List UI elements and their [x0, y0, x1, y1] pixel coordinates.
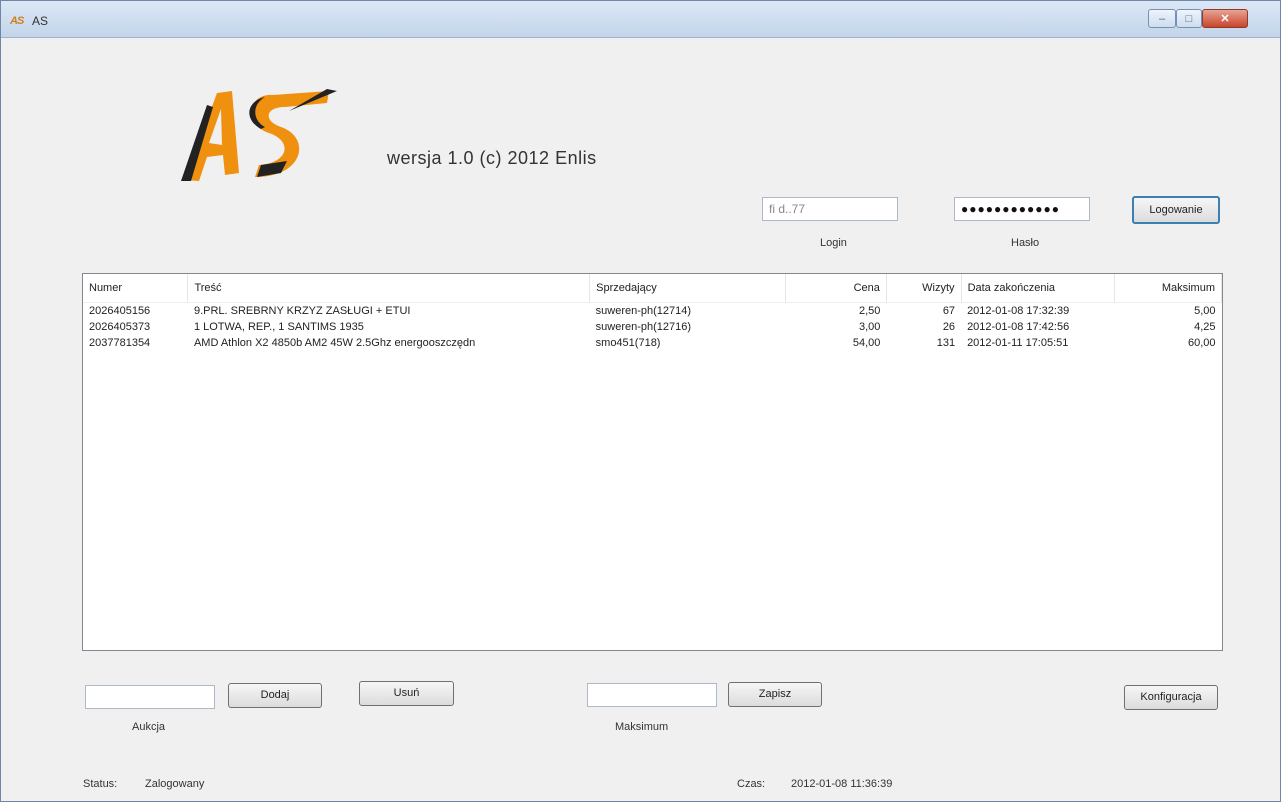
cell-maximum: 60,00 — [1187, 337, 1216, 349]
cell-content: AMD Athlon X2 4850b AM2 45W 2.5Ghz energ… — [193, 337, 476, 349]
cell-seller: suweren-ph(12716) — [595, 321, 692, 333]
cell-number: 2026405373 — [89, 321, 151, 333]
time-value: 2012-01-08 11:36:39 — [791, 778, 893, 790]
cell-visits: 131 — [936, 337, 956, 349]
table-row[interactable]: 2026405156 9.PRL. SREBRNY KRZYZ ZASŁUGI … — [83, 303, 1222, 320]
cell-price: 54,00 — [852, 337, 881, 349]
table-header: Numer Treść Sprzedający Cena Wizyty Data… — [83, 274, 1223, 303]
maximum-label: Maksimum — [615, 721, 669, 733]
cell-content: 9.PRL. SREBRNY KRZYZ ZASŁUGI + ETUI — [193, 305, 411, 317]
cell-visits: 67 — [942, 305, 956, 317]
column-header-content[interactable]: Treść — [187, 274, 591, 303]
window-title: AS — [32, 14, 49, 28]
save-button[interactable]: Zapisz — [728, 682, 822, 707]
app-icon: AS — [10, 15, 24, 27]
column-header-seller[interactable]: Sprzedający — [589, 274, 786, 303]
auctions-table[interactable]: Numer Treść Sprzedający Cena Wizyty Data… — [82, 273, 1223, 651]
cell-number: 2037781354 — [89, 337, 151, 349]
column-header-end-date[interactable]: Data zakończenia — [961, 274, 1115, 303]
login-button[interactable]: Logowanie — [1132, 196, 1220, 224]
cell-price: 3,00 — [858, 321, 881, 333]
status-label: Status: — [83, 778, 118, 790]
cell-content: 1 LOTWA, REP., 1 SANTIMS 1935 — [193, 321, 364, 333]
cell-end-date: 2012-01-11 17:05:51 — [967, 337, 1069, 349]
table-row[interactable]: 2026405373 1 LOTWA, REP., 1 SANTIMS 1935… — [83, 319, 1222, 335]
client-area: wersja 1.0 (c) 2012 Enlis Login Hasło Lo… — [9, 38, 1272, 797]
login-input[interactable] — [762, 197, 898, 221]
cell-visits: 26 — [942, 321, 956, 333]
column-header-visits[interactable]: Wizyty — [886, 274, 962, 303]
column-header-maximum[interactable]: Maksimum — [1114, 274, 1223, 303]
time-label: Czas: — [737, 778, 766, 790]
cell-seller: smo451(718) — [595, 337, 661, 349]
cell-price: 2,50 — [858, 305, 881, 317]
login-label: Login — [820, 237, 847, 249]
app-logo — [177, 85, 343, 185]
maximum-input[interactable] — [587, 683, 717, 707]
title-bar[interactable]: AS AS – □ ✕ — [1, 1, 1280, 38]
auction-input[interactable] — [85, 685, 215, 709]
delete-button[interactable]: Usuń — [359, 681, 454, 706]
add-button[interactable]: Dodaj — [228, 683, 322, 708]
cell-seller: suweren-ph(12714) — [595, 305, 692, 317]
config-button[interactable]: Konfiguracja — [1124, 685, 1218, 710]
version-info: wersja 1.0 (c) 2012 Enlis — [387, 148, 597, 168]
maximize-icon[interactable]: □ — [1176, 9, 1202, 28]
column-header-price[interactable]: Cena — [785, 274, 887, 303]
password-label: Hasło — [1011, 237, 1040, 249]
column-header-number[interactable]: Numer — [83, 274, 189, 303]
password-input[interactable] — [954, 197, 1090, 221]
cell-end-date: 2012-01-08 17:32:39 — [967, 305, 1070, 317]
status-value: Zalogowany — [145, 778, 205, 790]
cell-number: 2026405156 — [89, 305, 151, 317]
cell-end-date: 2012-01-08 17:42:56 — [967, 321, 1070, 333]
app-window: AS AS – □ ✕ wersja 1.0 (c) 2012 Enlis Lo… — [0, 0, 1281, 802]
close-icon[interactable]: ✕ — [1202, 9, 1248, 28]
minimize-icon[interactable]: – — [1148, 9, 1176, 28]
table-row[interactable]: 2037781354 AMD Athlon X2 4850b AM2 45W 2… — [83, 335, 1222, 351]
cell-maximum: 5,00 — [1194, 305, 1216, 317]
cell-maximum: 4,25 — [1194, 321, 1216, 333]
auction-label: Aukcja — [132, 721, 166, 733]
